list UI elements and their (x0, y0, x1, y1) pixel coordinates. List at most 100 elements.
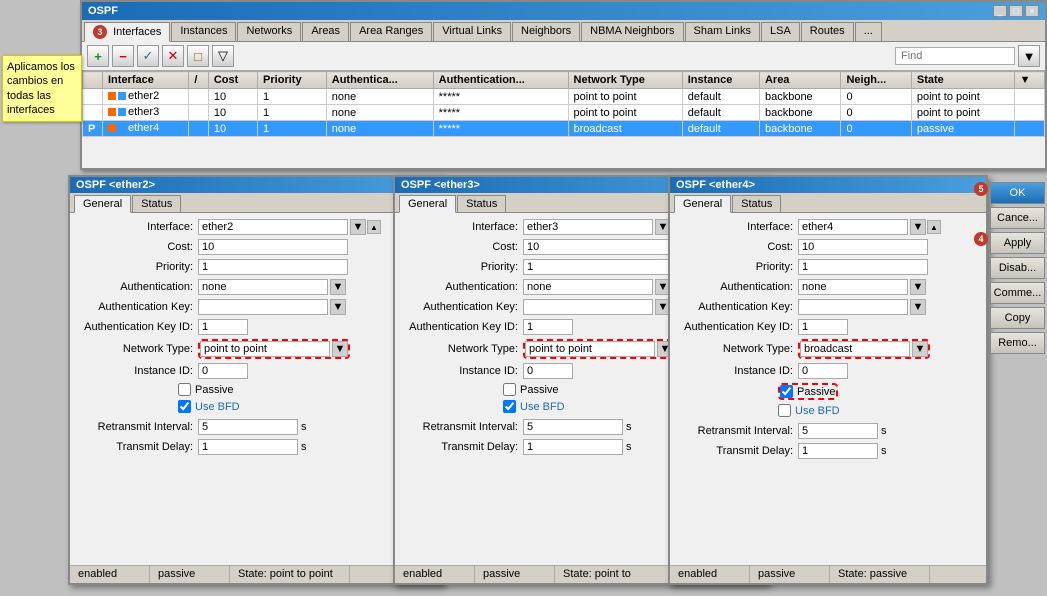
ether4-authkey-input[interactable] (798, 299, 908, 315)
ether2-transmit-input[interactable] (198, 439, 298, 455)
ether4-transmit-input[interactable] (798, 443, 878, 459)
ether4-interface-scroll-up[interactable]: ▲ (927, 220, 941, 234)
ether4-interface-input[interactable] (798, 219, 908, 235)
ether3-transmit-input[interactable] (523, 439, 623, 455)
cancel-button[interactable]: Cance... (990, 207, 1045, 229)
ether2-networktype-input[interactable] (200, 341, 330, 357)
tab-area-ranges[interactable]: Area Ranges (350, 22, 432, 41)
tab-sham-links[interactable]: Sham Links (685, 22, 760, 41)
ether2-interface-scroll-up[interactable]: ▲ (367, 220, 381, 234)
ether4-cost-input[interactable] (798, 239, 928, 255)
ether3-retransmit-input[interactable] (523, 419, 623, 435)
tab-areas[interactable]: Areas (302, 22, 349, 41)
ether3-networktype-input[interactable] (525, 341, 655, 357)
ether2-cost-input[interactable] (198, 239, 348, 255)
ether2-bfd-checkbox[interactable] (178, 400, 191, 413)
ether3-tab-general[interactable]: General (399, 195, 456, 213)
ether4-interface-dropdown[interactable]: ▼ (910, 219, 926, 235)
ether2-auth-dropdown[interactable]: ▼ (330, 279, 346, 295)
ether2-authkey-input[interactable] (198, 299, 328, 315)
ether4-bfd-checkbox[interactable] (778, 404, 791, 417)
ether4-networktype-dropdown[interactable]: ▼ (912, 341, 928, 357)
minimize-button[interactable]: _ (993, 5, 1007, 17)
col-network-type[interactable]: Network Type (568, 72, 682, 89)
ether3-auth-input[interactable] (523, 279, 653, 295)
ether2-authkey-dropdown[interactable]: ▼ (330, 299, 346, 315)
col-instance[interactable]: Instance (682, 72, 759, 89)
find-input[interactable] (895, 47, 1015, 65)
ok-button[interactable]: OK (990, 182, 1045, 204)
ether4-authkey-dropdown[interactable]: ▼ (910, 299, 926, 315)
tab-instances[interactable]: Instances (171, 22, 236, 41)
copy-button-side[interactable]: Copy (990, 307, 1045, 329)
col-priority[interactable]: Priority (258, 72, 327, 89)
ether3-authkey-input[interactable] (523, 299, 653, 315)
tab-more[interactable]: ... (855, 22, 882, 41)
copy-button[interactable]: □ (187, 45, 209, 67)
ether2-tab-status[interactable]: Status (132, 195, 181, 212)
tab-nbma-neighbors[interactable]: NBMA Neighbors (581, 22, 683, 41)
ether4-retransmit-input[interactable] (798, 423, 878, 439)
apply-button[interactable]: Apply (990, 232, 1045, 254)
add-button[interactable]: + (87, 45, 109, 67)
ether3-interface-input[interactable] (523, 219, 653, 235)
ether2-passive-checkbox[interactable] (178, 383, 191, 396)
ether4-priority-input[interactable] (798, 259, 928, 275)
ether4-tab-general[interactable]: General (674, 195, 731, 213)
ether3-tab-status[interactable]: Status (457, 195, 506, 212)
ether4-auth-input[interactable] (798, 279, 908, 295)
col-interface-name[interactable]: Interface (103, 72, 189, 89)
ether2-instanceid-input[interactable] (198, 363, 248, 379)
table-row[interactable]: ether2 10 1 none ***** point to point de… (83, 89, 1045, 105)
edit-button[interactable]: ✓ (137, 45, 159, 67)
maximize-button[interactable]: □ (1009, 5, 1023, 17)
ether2-interface-dropdown[interactable]: ▼ (350, 219, 366, 235)
row-auth-key: ***** (433, 121, 568, 137)
comment-button[interactable]: Comme... (990, 282, 1045, 304)
ether4-retransmit-label: Retransmit Interval: (678, 425, 798, 437)
ether2-priority-input[interactable] (198, 259, 348, 275)
tab-neighbors[interactable]: Neighbors (512, 22, 580, 41)
ether4-tab-status[interactable]: Status (732, 195, 781, 212)
col-auth[interactable]: Authentica... (326, 72, 433, 89)
ether3-priority-input[interactable] (523, 259, 673, 275)
tab-interfaces[interactable]: 3 Interfaces (84, 22, 170, 42)
ether3-passive-checkbox[interactable] (503, 383, 516, 396)
table-row[interactable]: ether3 10 1 none ***** point to point de… (83, 105, 1045, 121)
col-cost[interactable]: Cost (208, 72, 257, 89)
ether2-authkeyid-input[interactable] (198, 319, 248, 335)
filter-button[interactable]: ▽ (212, 45, 234, 67)
ether3-authkeyid-input[interactable] (523, 319, 573, 335)
ether2-interface-input[interactable] (198, 219, 348, 235)
delete-button[interactable]: ✕ (162, 45, 184, 67)
col-state[interactable]: State (911, 72, 1014, 89)
tab-routes[interactable]: Routes (801, 22, 854, 41)
col-dropdown[interactable]: ▼ (1014, 72, 1044, 89)
tab-virtual-links[interactable]: Virtual Links (433, 22, 511, 41)
close-button[interactable]: × (1025, 5, 1039, 17)
ether4-authkeyid-row: Authentication Key ID: (678, 319, 978, 335)
find-dropdown-button[interactable]: ▼ (1018, 45, 1040, 67)
ether2-networktype-dropdown[interactable]: ▼ (332, 341, 348, 357)
ether3-cost-input[interactable] (523, 239, 673, 255)
remove-button[interactable]: − (112, 45, 134, 67)
ether4-networktype-input[interactable] (800, 341, 910, 357)
col-area[interactable]: Area (759, 72, 840, 89)
ether3-bfd-checkbox[interactable] (503, 400, 516, 413)
tab-lsa[interactable]: LSA (761, 22, 800, 41)
ether3-instanceid-input[interactable] (523, 363, 573, 379)
col-sort[interactable]: / (189, 72, 209, 89)
col-neigh[interactable]: Neigh... (841, 72, 911, 89)
ether4-authkeyid-input[interactable] (798, 319, 848, 335)
tab-networks[interactable]: Networks (237, 22, 301, 41)
table-row[interactable]: P ether4 10 1 none ***** broadcast defau… (83, 121, 1045, 137)
ether4-auth-dropdown[interactable]: ▼ (910, 279, 926, 295)
ether2-auth-input[interactable] (198, 279, 328, 295)
col-auth-key[interactable]: Authentication... (433, 72, 568, 89)
remove-button[interactable]: Remo... (990, 332, 1045, 354)
ether2-tab-general[interactable]: General (74, 195, 131, 213)
ether4-instanceid-input[interactable] (798, 363, 848, 379)
ether4-passive-checkbox[interactable] (780, 385, 793, 398)
ether2-retransmit-input[interactable] (198, 419, 298, 435)
disable-button[interactable]: Disab... (990, 257, 1045, 279)
